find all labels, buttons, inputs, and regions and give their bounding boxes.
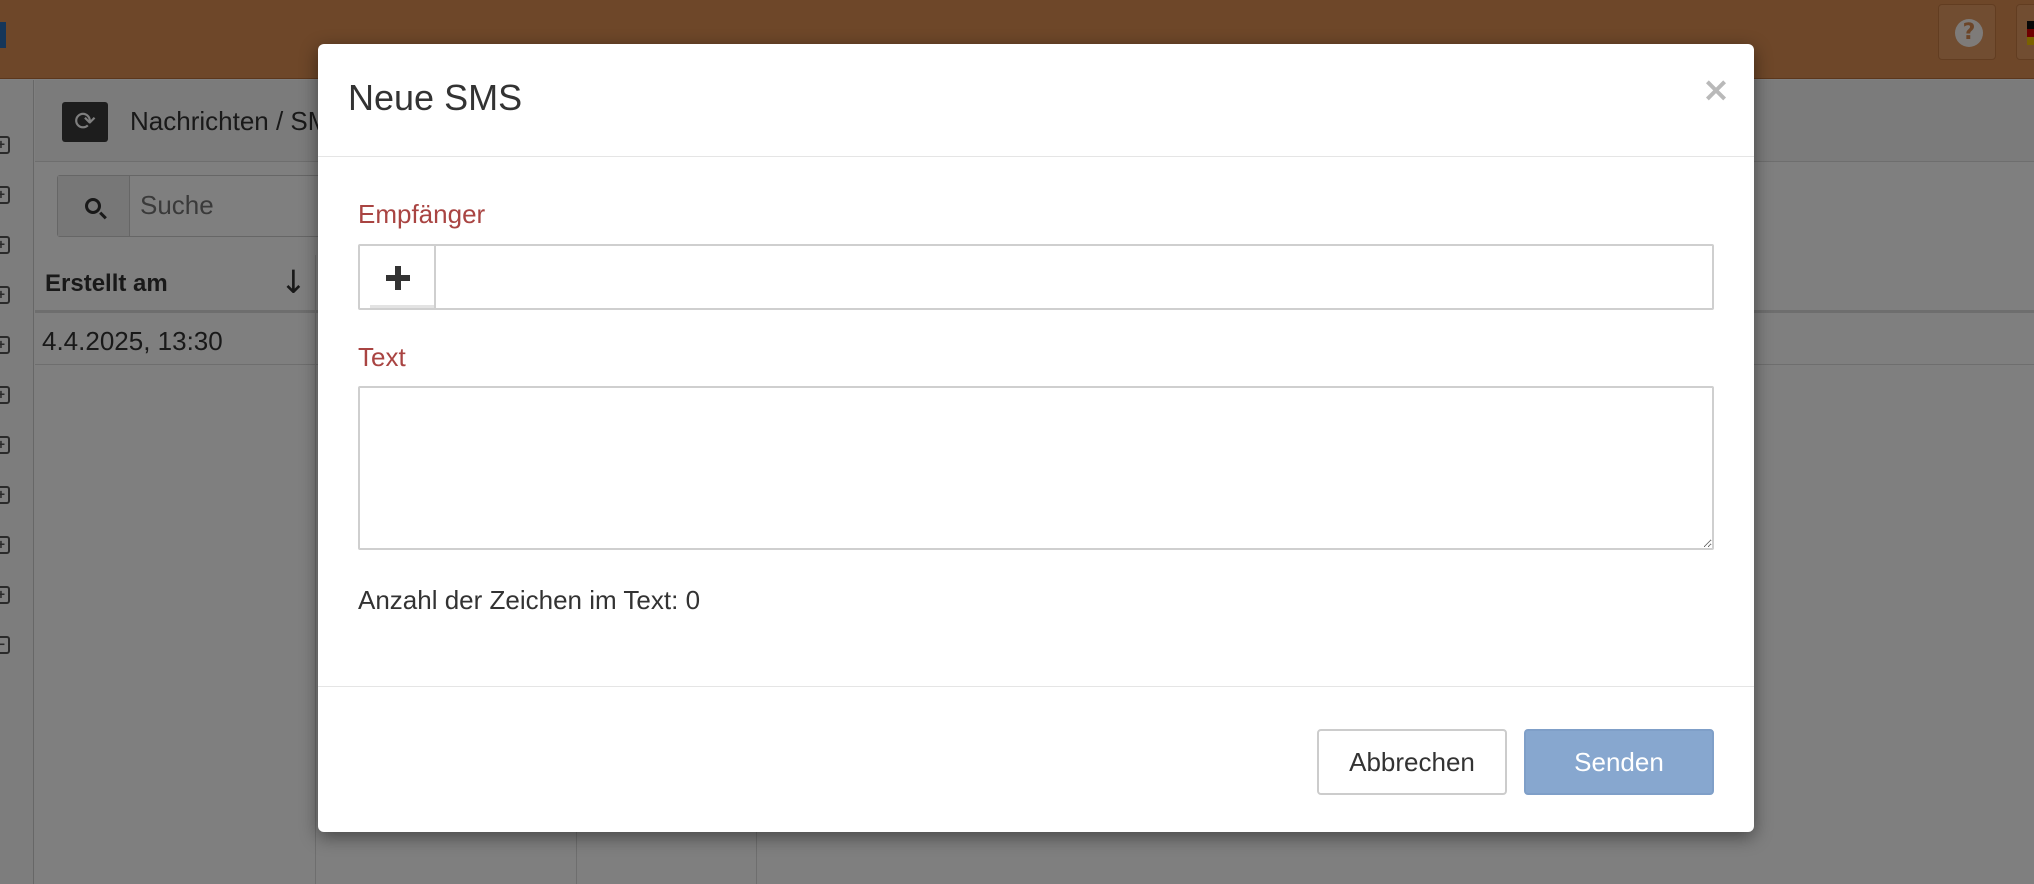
cancel-button[interactable]: Abbrechen: [1317, 729, 1507, 795]
close-icon[interactable]: ×: [1698, 72, 1734, 108]
new-sms-dialog: Neue SMS × Empfänger Text Anzahl der Zei…: [318, 44, 1754, 832]
recipient-input[interactable]: [440, 250, 1710, 306]
modal-footer: Abbrechen Senden: [318, 686, 1754, 832]
recipient-label: Empfänger: [358, 199, 486, 229]
char-count-value: 0: [685, 585, 701, 615]
add-recipient-button[interactable]: [360, 246, 436, 308]
sms-text-area[interactable]: [358, 386, 1714, 550]
char-count-label: Anzahl der Zeichen im Text:: [358, 585, 679, 615]
app-window: ? + + + + + + + + + + − ⟳ Nachrichten / …: [0, 0, 2034, 884]
recipient-group: [358, 244, 1714, 310]
modal-header: Neue SMS ×: [318, 44, 1754, 157]
plus-icon-vertical: [395, 266, 401, 290]
modal-title: Neue SMS: [348, 77, 523, 118]
char-count: Anzahl der Zeichen im Text: 0: [358, 585, 700, 616]
text-label: Text: [358, 342, 406, 372]
send-button[interactable]: Senden: [1524, 729, 1714, 795]
